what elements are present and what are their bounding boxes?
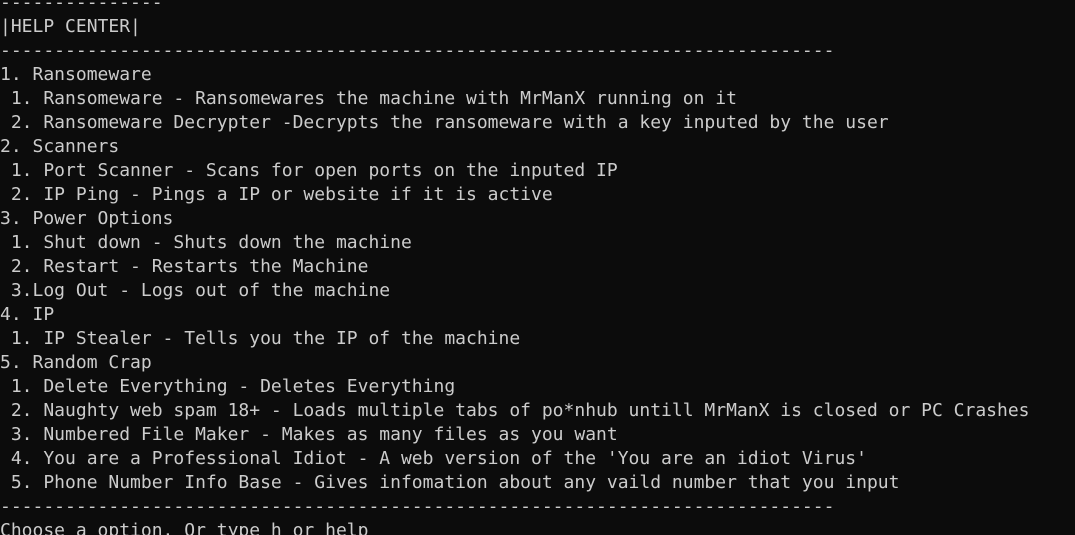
category-heading: 3. Power Options	[0, 208, 174, 229]
separator-line: ----------------------------------------…	[0, 496, 835, 517]
menu-option-line: 1. Delete Everything - Deletes Everythin…	[0, 376, 456, 397]
console-window: --------------- |HELP CENTER| ------------…	[0, 0, 1075, 535]
input-prompt[interactable]: Choose a option. Or type h or help	[0, 519, 1075, 535]
menu-option-line: 5. Phone Number Info Base - Gives infoma…	[0, 472, 900, 493]
menu-option-line: 1. Shut down - Shuts down the machine	[0, 232, 412, 253]
menu-option-line: 3. Numbered File Maker - Makes as many f…	[0, 424, 618, 445]
menu-option-line: 1. Port Scanner - Scans for open ports o…	[0, 160, 618, 181]
category-heading: 2. Scanners	[0, 136, 120, 157]
menu-option-line: 3.Log Out - Logs out of the machine	[0, 280, 391, 301]
console-output: --------------- |HELP CENTER| ------------…	[0, 0, 1075, 535]
menu-option-line: 1. Ransomeware - Ransomewares the machin…	[0, 88, 737, 109]
help-center-title: |HELP CENTER|	[0, 16, 141, 37]
category-heading: 4. IP	[0, 304, 55, 325]
menu-option-line: 4. You are a Professional Idiot - A web …	[0, 448, 867, 469]
menu-option-line: 2. Restart - Restarts the Machine	[0, 256, 369, 277]
menu-option-line: 1. IP Stealer - Tells you the IP of the …	[0, 328, 521, 349]
separator-line: ----------------------------------------…	[0, 40, 835, 61]
menu-option-line: 2. Naughty web spam 18+ - Loads multiple…	[0, 400, 1030, 421]
menu-option-line: 2. Ransomeware Decrypter -Decrypts the r…	[0, 112, 889, 133]
separator-line: ---------------	[0, 0, 163, 13]
category-heading: 1. Ransomeware	[0, 64, 152, 85]
menu-option-line: 2. IP Ping - Pings a IP or website if it…	[0, 184, 553, 205]
category-heading: 5. Random Crap	[0, 352, 152, 373]
